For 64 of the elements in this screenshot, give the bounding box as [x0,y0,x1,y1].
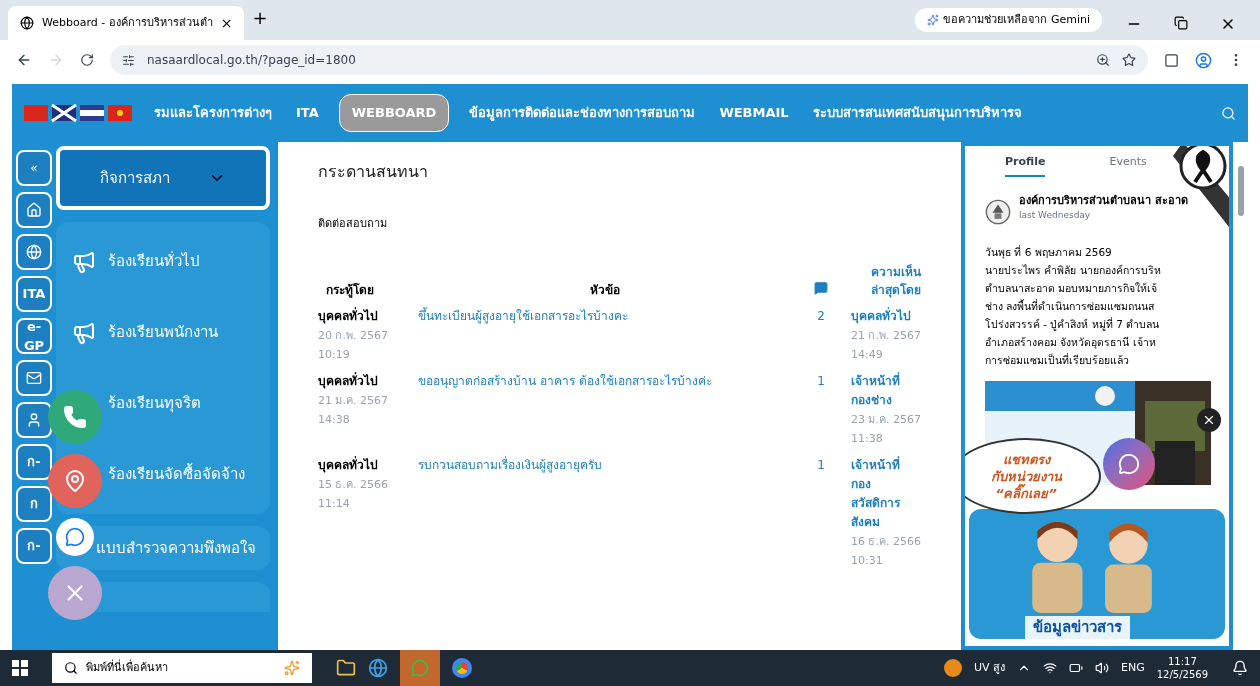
post-time: 11:14 [318,495,351,512]
author-name: บุคคลทั่วไป [318,306,379,326]
feed-tab[interactable]: Events [1109,154,1147,177]
survey-link[interactable]: แบบสำรวจความพึงพอใจ [56,526,270,570]
post-time: 14:38 [318,411,351,428]
nav-link[interactable]: ข้อมูลการติดต่อและช่องทางการสอบถาม [465,103,700,123]
nav-link[interactable]: ระบบสารสนเทศสนับสนุนการบริหารจ [808,103,1026,123]
complaint-link[interactable]: ร้องเรียนทุจริต [108,392,201,415]
comment-date: 23 ม.ค. 2567 [851,411,921,428]
banner-title: ข้อมูลข่าวสาร [1025,616,1130,639]
reply-count: 1 [816,456,826,474]
side-link[interactable]: e-GP [16,318,52,354]
comment-time: 14:49 [851,346,884,363]
comment-date: 21 ก.พ. 2567 [851,327,921,344]
last-commenter: เจ้าหน้าที่ กองช่าง [851,371,901,409]
gemini-button[interactable]: ขอความช่วยเหลือจาก Gemini [915,8,1102,32]
topic-link[interactable]: รบกวนสอบถามเรื่องเงินผู้สูงอายุครับ [418,457,602,472]
last-commenter: บุคคลทั่วไป [851,306,912,326]
search-field[interactable]: พิมพ์ที่นี่เพื่อค้นหา [52,653,312,683]
weather-text[interactable]: UV สูง [973,659,1005,677]
feed-tab[interactable]: Profile [1005,154,1046,177]
comment-time: 11:38 [851,430,884,447]
author-name: บุคคลทั่วไป [318,371,379,391]
topic-link[interactable]: ขออนุญาตก่อสร้างบ้าน อาคาร ต้องใช้เอกสารอะไรบ้างค่ะ [418,373,712,388]
board-subtitle: ติดต่อสอบถาม [318,216,388,232]
post-date: 21 ม.ค. 2567 [318,392,389,409]
post-date: 15 ธ.ค. 2566 [318,476,389,493]
side-link[interactable]: ITA [16,276,52,312]
section-header[interactable]: กิจการสภา [56,146,270,210]
nav-link[interactable]: ITA [292,103,323,123]
board-title: กระดานสนทนา [318,161,429,183]
address-field[interactable]: nasaardlocal.go.th/?page_id=1800 [110,45,1148,75]
author-name: บุคคลทั่วไป [318,455,379,475]
complaint-link[interactable]: ร้องเรียนพนักงาน [108,321,218,344]
post-text: วันพุธ ที่ 6 พฤษภาคม 2569 นายประไพร คำพิลัย นายกองค์การบริห ตำบลนาสะอาด มอบหมายภารกิจให้เจ้ ช่าง ลงพื้นที่ดำเนินการซ่อมแซมถนนส โปร่งสวรรค์ - ปู่คำสิงห์ หมู่ที่ 7 ตำบลน อำเภอสร้างคอม จังหวัดอุดรธานี เจ้าห การซ่อมแซมเป็นที่เรียบร้อยแล้ว [984,244,1162,368]
side-link[interactable]: ก- [16,528,52,564]
column-header: หัวข้อ [588,281,621,299]
collapse-button[interactable]: « [16,150,52,186]
tab-close[interactable]: × [220,13,233,33]
nav-link[interactable]: WEBMAIL [715,103,793,123]
reply-count: 1 [816,372,826,390]
clock[interactable]: 11:17 12/5/2569 [1156,655,1208,681]
comment-date: 16 ธ.ค. 2566 [851,533,921,550]
side-link[interactable]: ก [16,486,52,522]
nav-link[interactable]: WEBBOARD [338,94,450,132]
browser-tab[interactable]: Webboard - องค์การบริหารส่วนตำ × [8,6,245,40]
post-time: 10:19 [318,346,351,363]
tab-title: Webboard - องค์การบริหารส่วนตำ [42,14,213,31]
nav-link[interactable]: รมและโครงการต่างๆ [150,103,276,123]
column-header: กระทู้โดย [325,281,375,299]
topic-link[interactable]: ขึ้นทะเบียนผู้สูงอายุใช้เอกสารอะไรบ้างคะ [418,308,628,323]
side-link[interactable]: ก- [16,444,52,480]
complaint-link[interactable]: ร้องเรียนทั่วไป [108,250,200,273]
new-tab-button[interactable]: + [252,4,268,32]
post-date: 20 ก.พ. 2567 [318,327,389,344]
comment-time: 10:31 [851,552,884,569]
chat-bubble[interactable]: แชทตรง กับหน่วยงาน “คลิ๊กเลย” [965,438,1101,514]
page-name[interactable]: องค์การบริหารส่วนตำบลนา สะอาด [1019,192,1209,209]
last-commenter: เจ้าหน้าที่ กอง สวัสดิการ สังคม [851,455,902,531]
reply-count: 2 [816,307,826,325]
column-header: ความเห็นล่าสุดโดย [870,263,921,299]
complaint-link[interactable]: ร้องเรียนจัดซื้อจัดจ้าง [108,463,245,486]
post-time: last Wednesday [1019,209,1092,222]
language-indicator[interactable]: ENG [1121,659,1145,677]
